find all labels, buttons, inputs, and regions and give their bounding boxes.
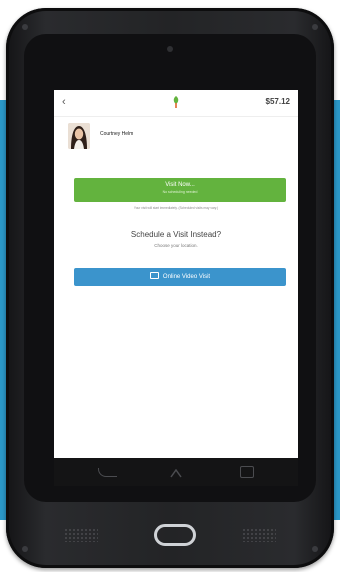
online-video-visit-button[interactable]: Online Video Visit [74,268,286,286]
online-video-visit-label: Online Video Visit [162,274,211,280]
schedule-title: Schedule a Visit Instead? [130,230,222,239]
video-icon [149,271,159,279]
visit-now-label: Visit Now... [165,182,195,188]
back-arrow-icon[interactable]: ‹ [62,96,66,108]
android-nav-bar [54,458,298,486]
camera-icon [167,46,173,52]
nav-recents-icon[interactable] [240,466,254,478]
tablet-device: ‹ $57.12 Courtney Helm Visit Now... No s… [6,8,334,568]
screw [312,24,318,30]
screw [22,546,28,552]
price-label: $57.12 [265,97,290,106]
home-button[interactable] [154,524,196,546]
screw [312,546,318,552]
doctor-row: Courtney Helm [54,123,298,155]
top-bar: ‹ $57.12 [54,90,298,117]
visit-now-button[interactable]: Visit Now... No scheduling needed [74,178,286,202]
app-screen: ‹ $57.12 Courtney Helm Visit Now... No s… [54,90,298,458]
doctor-name: Courtney Helm [100,131,134,137]
screw [22,24,28,30]
schedule-subtitle: Choose your location. [154,243,198,248]
speaker-grille-left [64,528,98,542]
visit-now-sublabel: No scheduling needed [162,190,198,194]
nav-back-icon[interactable] [98,468,117,477]
visit-note: Your visit will start immediately. (Sche… [133,206,219,210]
nav-home-icon[interactable] [170,466,182,478]
avatar [68,123,90,149]
leaf-logo-icon [171,95,181,109]
speaker-grille-right [242,528,276,542]
